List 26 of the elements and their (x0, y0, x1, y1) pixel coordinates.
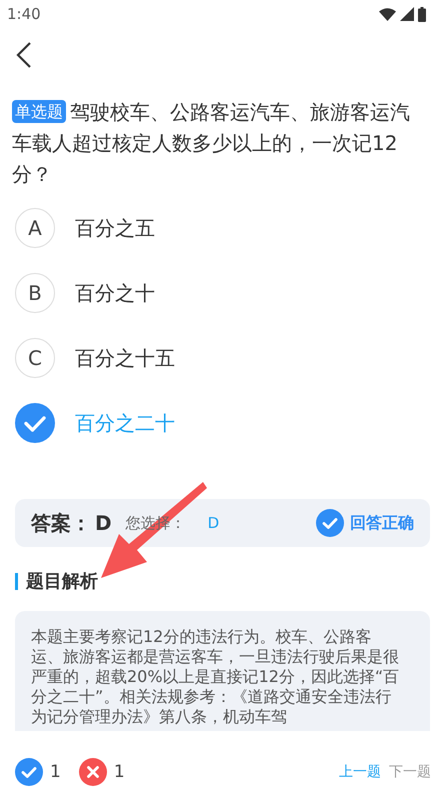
option-letter: A (15, 208, 55, 248)
option-letter: B (15, 273, 55, 313)
status-time: 1:40 (7, 5, 41, 23)
analysis-text: 本题主要考察记12分的违法行为。校车、公路客运、旅游客运都是营运客车，一旦违法行驶后果是很严重的，超载20%以上是直接记12分，因此选择“百分之二十”。相关法规参考：《道路交通安全违法行为记分管理办法》第八条，机动车驾 (31, 627, 400, 727)
answer-value: D (95, 511, 112, 535)
option-item[interactable]: C 百分之十五 (15, 338, 443, 378)
wifi-icon (379, 8, 396, 20)
signal-icon (400, 7, 414, 21)
option-text: 百分之十五 (75, 344, 175, 372)
close-icon (78, 758, 107, 786)
section-title: 题目解析 (26, 570, 98, 593)
correct-count: 1 (50, 762, 61, 782)
option-text: 百分之五 (75, 214, 155, 242)
question-type-badge: 单选题 (12, 100, 66, 123)
option-text: 百分之二十 (75, 410, 175, 436)
option-item[interactable]: B 百分之十 (15, 273, 443, 313)
option-text: 百分之十 (75, 280, 155, 306)
answer-label: 答案： (31, 510, 91, 536)
option-letter: C (15, 338, 55, 378)
check-icon (15, 403, 55, 443)
your-choice-value: D (208, 514, 220, 532)
check-icon (15, 758, 43, 786)
option-item[interactable]: A 百分之五 (15, 208, 443, 248)
result-text: 回答正确 (350, 512, 414, 534)
wrong-count: 1 (114, 762, 125, 782)
battery-icon (418, 6, 426, 22)
